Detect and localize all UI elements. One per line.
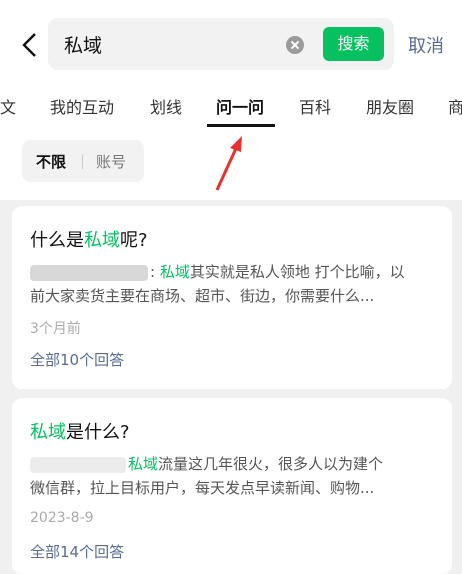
tab-highlight[interactable]: 划线: [150, 94, 182, 118]
category-tabs: 文 我的互动 划线 问一问 百科 朋友圈 商: [0, 86, 462, 127]
filter-bar: 不限 账号: [22, 140, 144, 182]
answer-snippet: : 私域其实就是私人领地 打个比喻，以 前大家卖货主要在商场、超市、街边，你需要…: [30, 263, 405, 305]
blurred-author: [30, 456, 126, 473]
tab-moments[interactable]: 朋友圈: [366, 94, 414, 118]
tab-ask[interactable]: 问一问: [216, 94, 264, 118]
red-arrow-annotation: [215, 136, 242, 191]
post-time: 3个月前: [30, 321, 81, 337]
clear-icon[interactable]: [286, 36, 304, 54]
tab-article[interactable]: 文: [0, 94, 16, 118]
question-title: 什么是私域呢?: [30, 230, 148, 251]
filter-all[interactable]: 不限: [36, 151, 66, 172]
result-card[interactable]: 私域是什么? 私域流量这几年很火，很多人以为建个 微信群，拉上目标用户，每天发点…: [12, 398, 452, 574]
active-tab-indicator: [207, 124, 275, 127]
result-card[interactable]: 什么是私域呢? : 私域其实就是私人领地 打个比喻，以 前大家卖货主要在商场、超…: [12, 206, 452, 389]
post-time: 2023-8-9: [30, 510, 94, 526]
blurred-author: [30, 264, 148, 281]
filter-account[interactable]: 账号: [96, 151, 126, 172]
all-answers-link[interactable]: 全部10个回答: [30, 349, 124, 370]
search-button[interactable]: 搜索: [323, 27, 384, 61]
answer-snippet: 私域流量这几年很火，很多人以为建个 微信群，拉上目标用户，每天发点早读新闻、购物…: [30, 455, 384, 497]
all-answers-link[interactable]: 全部14个回答: [30, 541, 124, 562]
tab-shop[interactable]: 商: [448, 94, 462, 118]
search-header: 私域 搜索 取消 文 我的互动 划线 问一问 百科 朋友圈 商 不限 账号: [0, 0, 462, 200]
tab-my-interaction[interactable]: 我的互动: [50, 94, 114, 118]
search-input[interactable]: 私域: [64, 31, 102, 58]
question-title: 私域是什么?: [30, 422, 130, 443]
back-icon[interactable]: [18, 30, 42, 60]
tab-wiki[interactable]: 百科: [299, 94, 331, 118]
filter-divider: [82, 154, 83, 169]
search-box[interactable]: 私域 搜索: [48, 18, 394, 70]
cancel-button[interactable]: 取消: [408, 32, 444, 58]
